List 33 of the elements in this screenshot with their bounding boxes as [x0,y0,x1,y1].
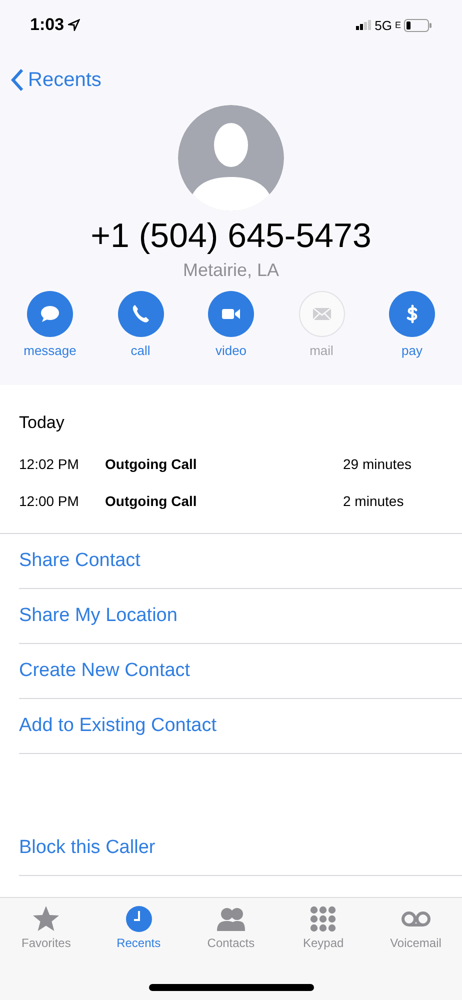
call-time: 12:00 PM [19,492,80,508]
battery-icon [404,18,432,32]
back-button[interactable]: Recents [10,68,102,92]
pay-action-button[interactable]: pay [377,291,447,358]
caller-location: Metairie, LA [182,260,280,281]
block-caller-link[interactable]: Block this Caller [19,821,462,876]
call-type: Outgoing Call [105,492,198,508]
action-link[interactable]: Share Contact [19,534,462,589]
call-duration: 2 minutes [343,492,404,508]
phone-number: +1 (504) 645-5473 [90,217,372,256]
call-action-button[interactable]: call [106,291,176,358]
status-time: 1:03 [30,15,64,35]
action-link[interactable]: Share My Location [19,589,462,644]
history-heading: Today [19,413,66,433]
call-type: Outgoing Call [105,456,198,472]
location-icon [68,19,80,31]
tab-bar-item[interactable]: Keypad [283,904,364,1000]
keypad-icon [308,904,338,934]
tab-bar-item[interactable]: Voicemail [376,904,456,1000]
video-action-button[interactable]: video [196,291,266,358]
network-label: 5G [374,18,392,32]
action-link[interactable]: Add to Existing Contact [19,699,462,754]
avatar-icon [178,105,284,211]
network-sublabel: E [394,20,401,30]
recents-icon [124,904,154,934]
chevron-left-icon [10,68,24,92]
tab-bar-item[interactable]: Recents [98,904,179,1000]
message-action-button[interactable]: message [15,291,85,358]
call-time: 12:02 PM [19,456,80,472]
action-link[interactable]: Create New Contact [19,644,462,699]
call-duration: 29 minutes [343,456,412,472]
signal-icon [356,20,372,30]
tab-bar-item[interactable]: Favorites [6,904,86,1000]
